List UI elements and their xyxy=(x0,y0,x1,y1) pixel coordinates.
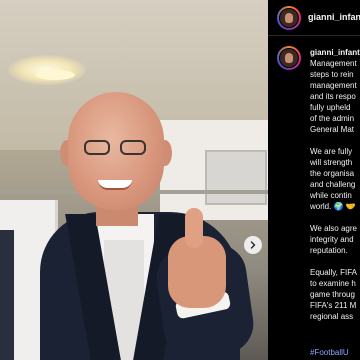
background-screen xyxy=(205,150,267,205)
username-link[interactable]: gianni_infantino xyxy=(308,12,360,22)
smile xyxy=(98,180,132,190)
post-side-panel: gianni_infantino gianni_infantino Manage… xyxy=(268,0,360,360)
caption-text: Management steps to rein management and … xyxy=(310,58,360,333)
lamp-glow xyxy=(35,70,75,80)
thumbs-up xyxy=(185,208,203,248)
caption-username-link[interactable]: gianni_infantino xyxy=(310,48,360,57)
post-photo[interactable] xyxy=(0,0,268,360)
caption-paragraph-4: Equally, FIFA to examine h game throug F… xyxy=(310,268,357,321)
post-header: gianni_infantino xyxy=(268,0,360,36)
glasses xyxy=(84,140,150,156)
chevron-right-icon xyxy=(250,241,256,249)
caption-paragraph-1: Management steps to rein management and … xyxy=(310,59,357,134)
caption-avatar[interactable] xyxy=(277,46,301,70)
hashtag-link[interactable]: #FootballU xyxy=(310,348,349,357)
caption-paragraph-3: We also agre integrity and reputation. xyxy=(310,224,357,255)
caption-paragraph-2: We are fully will strength the organisa … xyxy=(310,147,356,211)
person-edge xyxy=(0,230,14,360)
carousel-next-button[interactable] xyxy=(244,236,262,254)
avatar[interactable] xyxy=(277,6,301,30)
